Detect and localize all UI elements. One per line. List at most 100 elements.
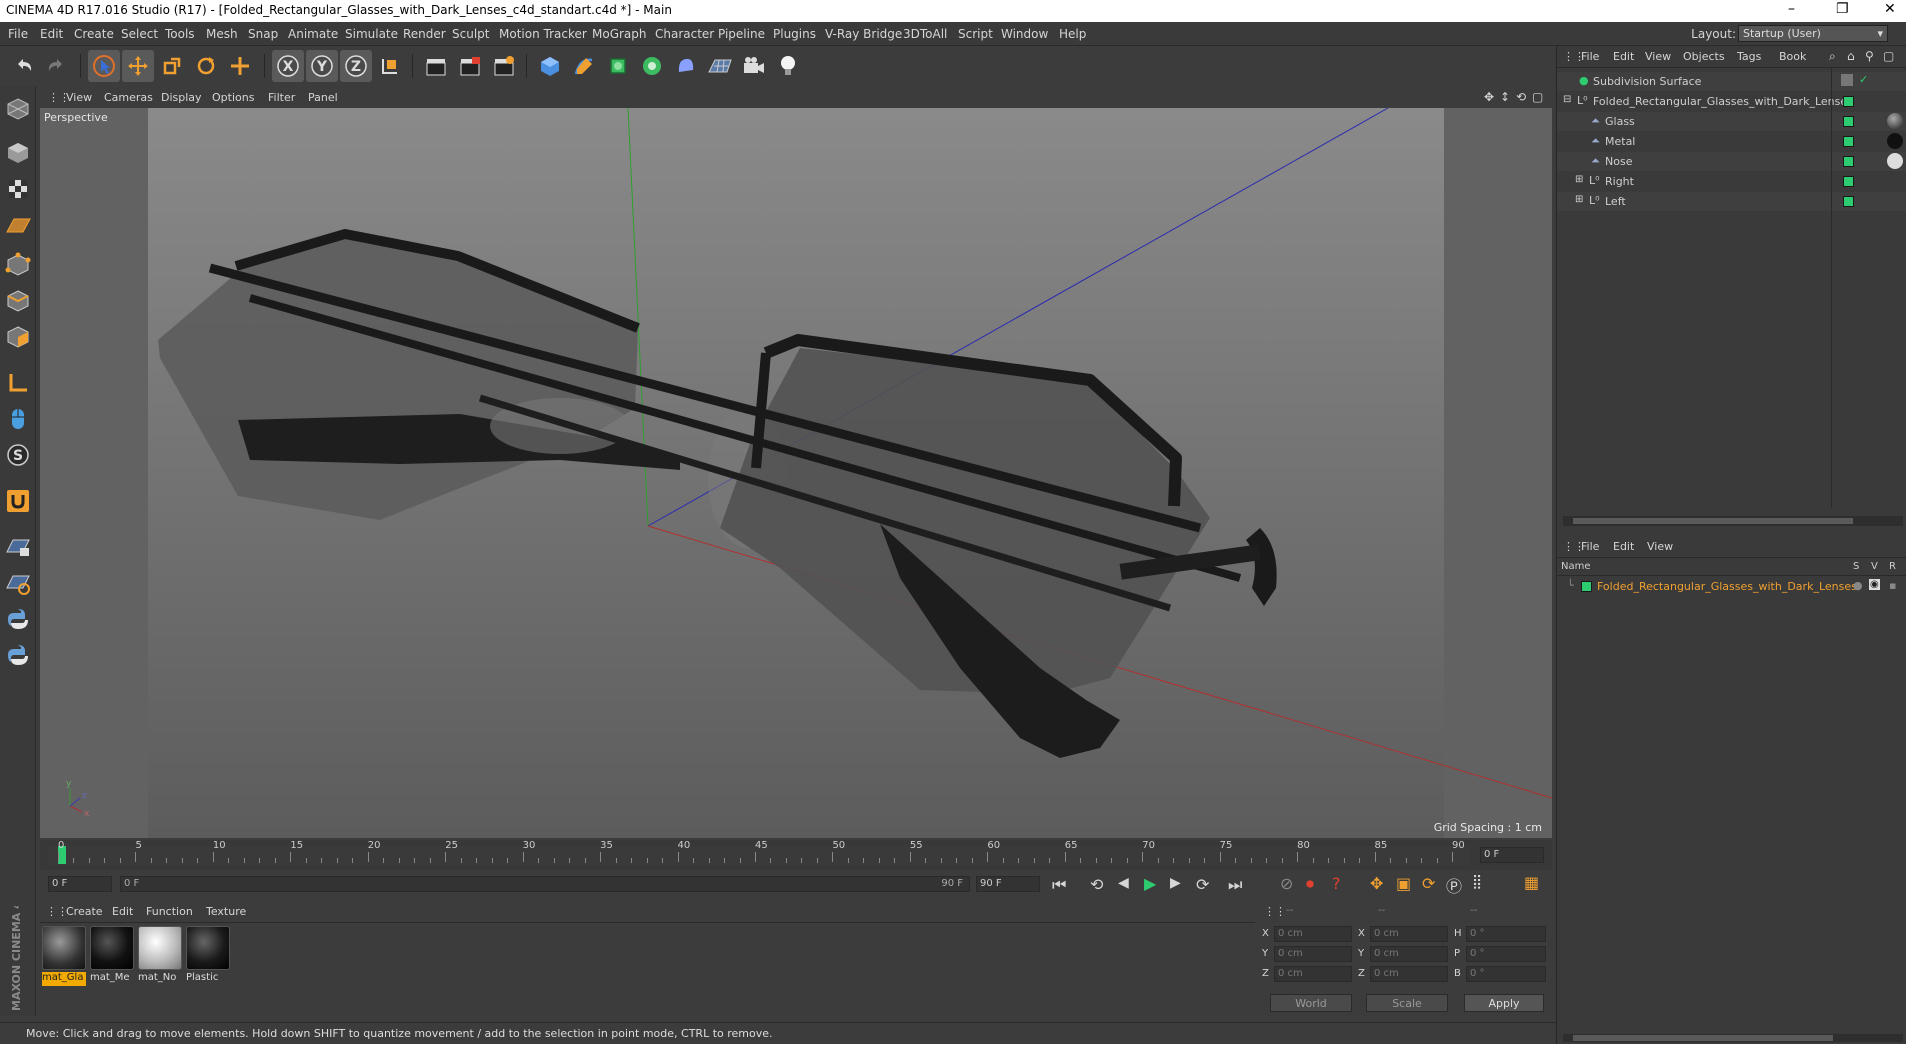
material-label[interactable]: Plastic xyxy=(186,972,230,986)
add-nurbs-button[interactable] xyxy=(602,50,634,82)
menu-snap[interactable]: Snap xyxy=(248,27,278,41)
menu-pipeline[interactable]: Pipeline xyxy=(718,27,765,41)
eye-icon[interactable]: ◉ xyxy=(1869,579,1880,590)
size-y-field[interactable]: 0 cm xyxy=(1370,946,1448,962)
python-script-2-button[interactable] xyxy=(3,640,33,670)
viewport-maximize-icon[interactable]: ▢ xyxy=(1532,90,1543,104)
position-x-field[interactable]: 0 cm xyxy=(1274,926,1352,942)
workplane-lock-button[interactable] xyxy=(3,532,33,562)
horizontal-scrollbar[interactable] xyxy=(1563,516,1903,526)
minimize-button[interactable]: – xyxy=(1788,1,1795,17)
menu-edit[interactable]: Edit xyxy=(40,27,63,41)
search-icon[interactable]: ⌕ xyxy=(1829,49,1836,64)
viewport-move-icon[interactable]: ✥ xyxy=(1484,90,1494,104)
position-y-field[interactable]: 0 cm xyxy=(1274,946,1352,962)
undo-button[interactable] xyxy=(8,50,40,82)
layer-color-swatch[interactable] xyxy=(1843,196,1854,207)
rotation-b-field[interactable]: 0 ° xyxy=(1466,966,1546,982)
material-swatch[interactable] xyxy=(42,926,86,970)
position-z-field[interactable]: 0 cm xyxy=(1274,966,1352,982)
range-slider[interactable]: 0 F 90 F xyxy=(120,876,970,892)
play-icon[interactable]: ▶ xyxy=(1144,874,1156,893)
move-tool-button[interactable] xyxy=(122,50,154,82)
key-pla-icon[interactable]: ⣿ xyxy=(1472,874,1482,890)
menu-render[interactable]: Render xyxy=(403,27,446,41)
material-label[interactable]: mat_Gla xyxy=(42,972,86,986)
menu-plugins[interactable]: Plugins xyxy=(773,27,816,41)
filter-icon[interactable]: ⚲ xyxy=(1865,49,1874,63)
viewport-menu-panel[interactable]: Panel xyxy=(308,91,338,104)
layout-dropdown[interactable]: Startup (User) ▾ xyxy=(1738,25,1888,42)
viewport-menu-options[interactable]: Options xyxy=(212,91,254,104)
viewport-menu-display[interactable]: Display xyxy=(161,91,202,104)
workplane-mode-button[interactable] xyxy=(3,210,33,240)
horizontal-scrollbar[interactable] xyxy=(1563,1034,1903,1042)
menu-mograph[interactable]: MoGraph xyxy=(592,27,647,41)
material-swatch[interactable] xyxy=(186,926,230,970)
layer-row[interactable]: └ Folded_Rectangular_Glasses_with_Dark_L… xyxy=(1557,578,1906,596)
viewport-menu-view[interactable]: View xyxy=(66,91,92,104)
menu-vray-bridge[interactable]: V-Ray Bridge xyxy=(825,27,902,41)
start-frame-field[interactable]: 0 F xyxy=(48,876,112,892)
keyframe-selection-icon[interactable]: ? xyxy=(1332,874,1341,893)
menu-mesh[interactable]: Mesh xyxy=(206,27,238,41)
add-deformer-button[interactable] xyxy=(670,50,702,82)
go-to-end-icon[interactable]: ⏭ xyxy=(1228,875,1242,895)
material-label[interactable]: mat_Me xyxy=(90,972,134,986)
size-mode-dropdown[interactable]: Scale xyxy=(1366,994,1448,1012)
material-menu-texture[interactable]: Texture xyxy=(206,905,246,918)
viewport-menu-filter[interactable]: Filter xyxy=(268,91,295,104)
timeline-ruler[interactable]: 0 5 10 15 20 25 30 35 40 45 50 55 60 65 70 75 80 85 90 0 F xyxy=(40,840,1552,870)
expand-icon[interactable]: ⊞ xyxy=(1575,194,1583,205)
menu-file[interactable]: File xyxy=(8,27,28,41)
points-mode-button[interactable] xyxy=(3,250,33,280)
next-key-icon[interactable]: ⟳ xyxy=(1196,875,1209,894)
auto-keying-icon[interactable]: ⏺ xyxy=(1306,874,1314,894)
om-menu-edit[interactable]: Edit xyxy=(1613,50,1634,63)
key-scale-icon[interactable]: ▣ xyxy=(1396,874,1411,893)
lm-menu-edit[interactable]: Edit xyxy=(1613,540,1634,553)
layer-color-swatch[interactable] xyxy=(1843,136,1854,147)
add-floor-button[interactable] xyxy=(704,50,736,82)
maximize-button[interactable]: ❐ xyxy=(1836,1,1849,17)
size-x-field[interactable]: 0 cm xyxy=(1370,926,1448,942)
solo-dot-icon[interactable]: ● xyxy=(1853,579,1863,592)
workplane-align-button[interactable] xyxy=(3,568,33,598)
viewport-zoom-icon[interactable]: ↕ xyxy=(1500,90,1510,104)
lm-menu-file[interactable]: File xyxy=(1581,540,1599,553)
close-button[interactable]: ✕ xyxy=(1884,1,1896,17)
layer-color-swatch[interactable] xyxy=(1581,581,1592,592)
material-tag-icon[interactable] xyxy=(1887,133,1903,149)
om-menu-tags[interactable]: Tags xyxy=(1737,50,1761,63)
material-tag-icon[interactable] xyxy=(1887,153,1903,169)
menu-script[interactable]: Script xyxy=(958,27,993,41)
layer-color-swatch[interactable] xyxy=(1843,116,1854,127)
material-swatch[interactable] xyxy=(138,926,182,970)
add-light-button[interactable] xyxy=(772,50,804,82)
live-selection-button[interactable] xyxy=(88,50,120,82)
x-axis-lock-button[interactable]: X xyxy=(272,50,304,82)
z-axis-lock-button[interactable]: Z xyxy=(340,50,372,82)
go-to-start-icon[interactable]: ⏮ xyxy=(1052,875,1066,895)
3d-viewport[interactable]: y x z Perspective Grid Spacing : 1 cm xyxy=(40,108,1552,838)
apply-button[interactable]: Apply xyxy=(1464,994,1544,1012)
material-menu-create[interactable]: Create xyxy=(66,905,103,918)
menu-window[interactable]: Window xyxy=(1001,27,1048,41)
scale-tool-button[interactable] xyxy=(156,50,188,82)
material-menu-edit[interactable]: Edit xyxy=(112,905,133,918)
expand-panel-icon[interactable]: ▢ xyxy=(1883,49,1894,63)
menu-create[interactable]: Create xyxy=(74,27,114,41)
object-row[interactable]: ● Subdivision Surface ✓ xyxy=(1557,72,1906,91)
menu-animate[interactable]: Animate xyxy=(288,27,338,41)
menu-select[interactable]: Select xyxy=(121,27,158,41)
material-menu-function[interactable]: Function xyxy=(146,905,193,918)
transform-tool-button[interactable] xyxy=(224,50,256,82)
checkmark-icon[interactable]: ✓ xyxy=(1859,73,1868,86)
coordinate-system-button[interactable] xyxy=(374,50,406,82)
om-menu-view[interactable]: View xyxy=(1645,50,1671,63)
render-view-button[interactable] xyxy=(420,50,452,82)
om-menu-book[interactable]: Book xyxy=(1779,50,1806,63)
coordinate-space-dropdown[interactable]: World xyxy=(1270,994,1352,1012)
menu-tools[interactable]: Tools xyxy=(165,27,195,41)
key-parameter-icon[interactable]: Ⓟ xyxy=(1446,873,1462,897)
